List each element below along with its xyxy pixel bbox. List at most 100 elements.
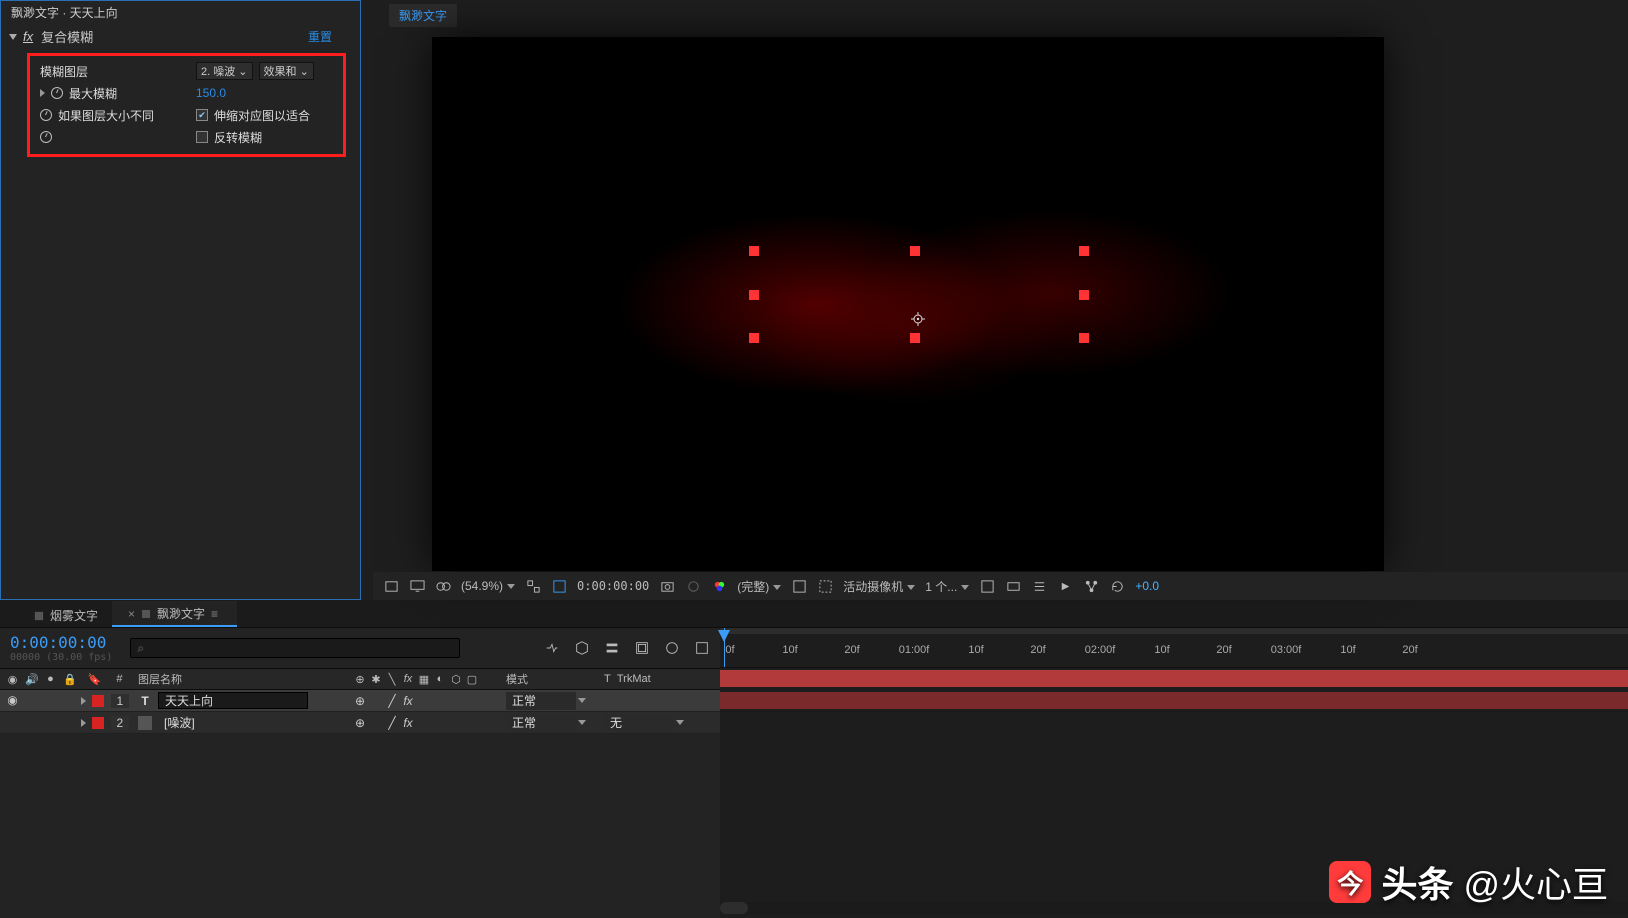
lock-column-icon[interactable]: 🔒 (63, 673, 76, 686)
region-icon[interactable] (817, 578, 833, 594)
views-dropdown[interactable]: 1 个... (925, 578, 969, 595)
layer-name-column[interactable]: 图层名称 (130, 671, 350, 687)
prop-max-blur: 最大模糊 150.0 (34, 82, 339, 104)
channel-icon[interactable] (711, 578, 727, 594)
timeline-tab[interactable]: 烟雾文字 (20, 603, 112, 627)
timeline-tab[interactable]: × 飘渺文字 (112, 601, 237, 627)
layer-index: 1 (111, 694, 129, 708)
ruler-tick: 10f (1340, 644, 1355, 656)
composition-viewer: 飘渺文字 (54.9%) 0:00:00:00 (361, 0, 1628, 600)
pixel-aspect-icon[interactable] (1031, 578, 1047, 594)
blend-mode-dropdown[interactable]: 正常 (506, 714, 576, 732)
stopwatch-icon[interactable] (40, 109, 52, 121)
graph-editor-icon[interactable] (694, 640, 710, 656)
viewer-comp-tab[interactable]: 飘渺文字 (389, 4, 457, 27)
stopwatch-icon[interactable] (40, 131, 52, 143)
toutiao-logo-icon: 今 (1329, 861, 1371, 903)
prop-label: 如果图层大小不同 (58, 107, 154, 124)
effect-breadcrumb: 飘渺文字 · 天天上向 (1, 1, 360, 24)
layer-name[interactable]: 天天上向 (158, 692, 308, 709)
transform-handle[interactable] (1079, 290, 1089, 300)
trkmat-column: T TrkMat (596, 673, 716, 685)
number-column: # (116, 673, 122, 686)
max-blur-value[interactable]: 150.0 (196, 86, 226, 100)
view-opt2-icon[interactable] (1005, 578, 1021, 594)
ruler-tick: 0f (725, 644, 734, 656)
layer-bar[interactable] (720, 670, 1628, 687)
stopwatch-icon[interactable] (51, 87, 63, 99)
viewer-time[interactable]: 0:00:00:00 (577, 579, 649, 593)
transform-handle[interactable] (910, 333, 920, 343)
reset-link[interactable]: 重置 (308, 28, 332, 45)
frame-blend-icon[interactable] (634, 640, 650, 656)
blur-layer-scope-dropdown[interactable]: 效果和 ⌄ (259, 62, 314, 80)
anchor-point-icon[interactable] (911, 312, 925, 326)
transparency-grid-icon[interactable] (791, 578, 807, 594)
resolution-icon[interactable] (525, 578, 541, 594)
invert-checkbox[interactable] (196, 131, 208, 143)
ruler-tick: 20f (844, 644, 859, 656)
quality-dropdown[interactable]: (完整) (737, 578, 781, 595)
mask-icon[interactable] (435, 578, 451, 594)
eye-icon[interactable] (6, 715, 19, 731)
current-time[interactable]: 0:00:00:00 (10, 633, 112, 652)
mode-column[interactable]: 模式 (496, 671, 596, 687)
zoom-dropdown[interactable]: (54.9%) (461, 579, 515, 593)
expand-icon[interactable] (40, 89, 45, 97)
motion-blur-icon[interactable] (664, 640, 680, 656)
show-snapshot-icon[interactable] (685, 578, 701, 594)
zoom-handle[interactable] (720, 902, 748, 914)
layer-row[interactable]: 2 [噪波] ⊕╱fx 正常 无 (0, 712, 720, 734)
transform-handle[interactable] (749, 246, 759, 256)
tab-menu-icon[interactable] (211, 607, 223, 621)
effect-header[interactable]: fx 复合模糊 重置 (1, 24, 360, 49)
comp-layer-icon (138, 716, 152, 730)
comp-mini-flowchart-icon[interactable] (544, 640, 560, 656)
disclosure-triangle-icon[interactable] (9, 34, 17, 40)
fx-icon[interactable]: fx (23, 29, 33, 44)
audio-column-icon[interactable]: 🔊 (25, 673, 38, 686)
label-column-icon[interactable]: 🔖 (88, 673, 102, 686)
search-icon: ⌕ (137, 641, 144, 656)
eye-icon[interactable]: ◉ (6, 693, 19, 709)
playhead[interactable] (716, 628, 732, 644)
layer-search[interactable]: ⌕ (130, 638, 460, 658)
prop-invert: 反转模糊 (34, 126, 339, 148)
ruler-tick: 20f (1216, 644, 1231, 656)
layer-bar[interactable] (720, 692, 1628, 709)
reset-exposure-icon[interactable] (1109, 578, 1125, 594)
blur-layer-source-dropdown[interactable]: 2. 噪波 ⌄ (196, 62, 253, 80)
watermark-handle: @火心亘 (1463, 856, 1608, 908)
label-swatch[interactable] (92, 717, 104, 729)
transform-handle[interactable] (1079, 246, 1089, 256)
exposure-value[interactable]: +0.0 (1135, 579, 1159, 593)
comp-flowchart-icon[interactable] (383, 578, 399, 594)
shy-icon[interactable] (604, 640, 620, 656)
transform-handle[interactable] (1079, 333, 1089, 343)
view-opt-icon[interactable] (979, 578, 995, 594)
blend-mode-dropdown[interactable]: 正常 (506, 692, 576, 710)
eye-column-icon[interactable]: ◉ (6, 673, 19, 686)
layer-name[interactable]: [噪波] (158, 714, 308, 731)
trkmat-dropdown[interactable]: 无 (604, 714, 674, 732)
transform-handle[interactable] (749, 290, 759, 300)
layer-row[interactable]: ◉ 1 T 天天上向 ⊕╱fx 正常 (0, 690, 720, 712)
solo-column-icon[interactable]: ● (44, 673, 57, 686)
transform-handle[interactable] (910, 246, 920, 256)
flowchart2-icon[interactable] (1083, 578, 1099, 594)
camera-dropdown[interactable]: 活动摄像机 (843, 578, 915, 595)
fast-preview-icon[interactable] (1057, 578, 1073, 594)
expand-icon[interactable] (81, 719, 86, 727)
snapshot-icon[interactable] (659, 578, 675, 594)
transform-handle[interactable] (749, 333, 759, 343)
desktop-icon[interactable] (409, 578, 425, 594)
time-ruler[interactable]: 0f 10f 20f 01:00f 10f 20f 02:00f 10f 20f… (720, 628, 1628, 668)
close-icon[interactable]: × (128, 607, 135, 621)
draft3d-icon[interactable] (574, 640, 590, 656)
stretch-checkbox[interactable] (196, 109, 208, 121)
label-swatch[interactable] (92, 695, 104, 707)
viewer-canvas[interactable] (433, 38, 1383, 570)
expand-icon[interactable] (81, 697, 86, 705)
effect-name: 复合模糊 (41, 27, 93, 46)
safe-zones-icon[interactable] (551, 578, 567, 594)
